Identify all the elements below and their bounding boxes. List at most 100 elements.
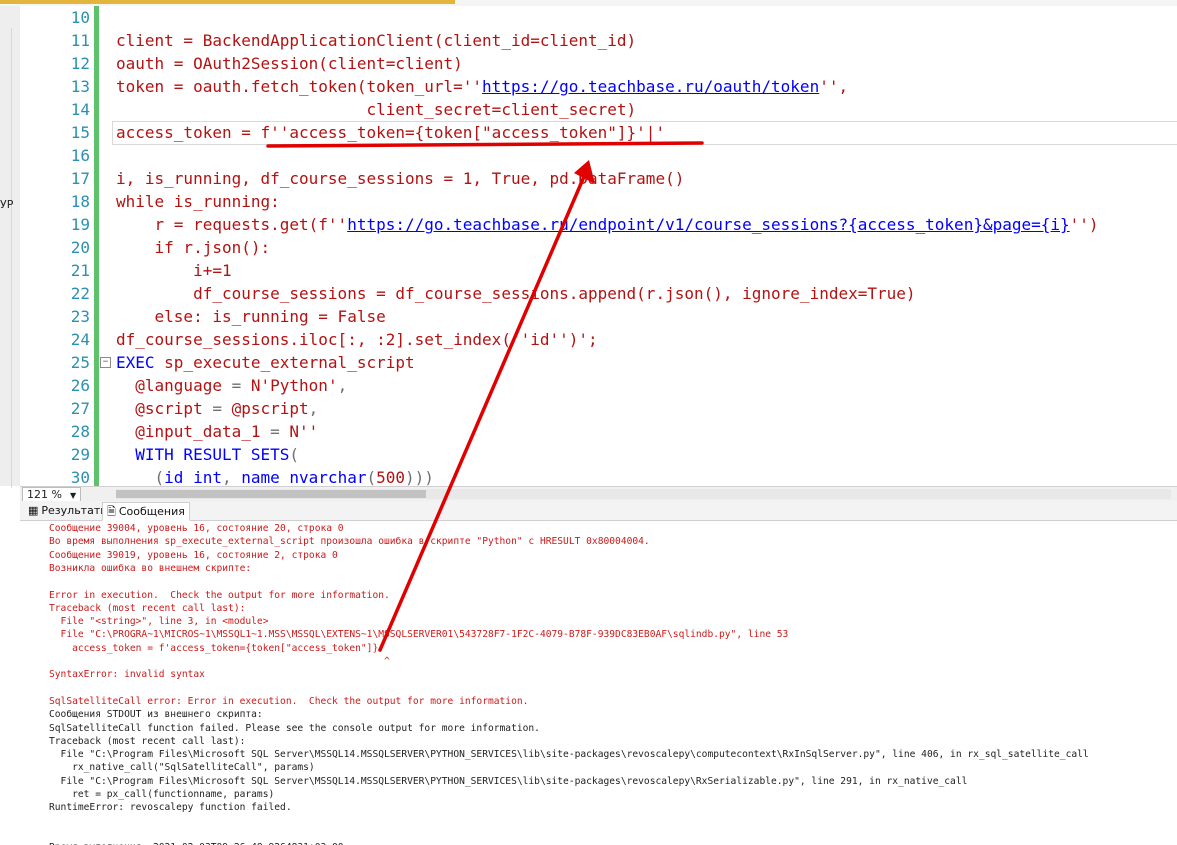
sql-parameter: @language <box>116 376 222 395</box>
message-line: File "<string>", line 3, in <module> <box>49 616 269 628</box>
code-text[interactable]: r = requests.get(f''https://go.teachbase… <box>116 213 1099 236</box>
code-segment: while is_running: <box>116 192 280 211</box>
sql-operator: , <box>337 376 348 395</box>
code-text[interactable]: EXEC sp_execute_external_script <box>116 351 415 374</box>
line-number: 17 <box>70 169 90 188</box>
code-line: 17 i, is_running, df_course_sessions = 1,… <box>20 167 1177 190</box>
code-line: 29 WITH RESULT SETS( <box>20 443 1177 466</box>
code-text[interactable]: token = oauth.fetch_token(token_url=''ht… <box>116 75 848 98</box>
zoom-value: 121 % <box>27 488 62 501</box>
sql-number: 500 <box>376 468 406 486</box>
line-number: 15 <box>70 123 90 142</box>
line-number: 11 <box>70 31 90 50</box>
line-number: 21 <box>70 261 90 280</box>
code-text[interactable]: i, is_running, df_course_sessions = 1, T… <box>116 167 684 190</box>
tab-messages-label: Сообщения <box>118 505 185 518</box>
sql-keyword: WITH RESULT SETS <box>116 445 290 464</box>
code-text[interactable]: df_course_sessions.iloc[:, :2].set_index… <box>116 328 598 351</box>
message-line: ret = px_call(functionname, params) <box>49 789 275 800</box>
code-line: 15 access_token = f''access_token={token[… <box>20 121 1177 144</box>
horizontal-scrollbar[interactable] <box>116 489 1171 499</box>
code-line: 13 token = oauth.fetch_token(token_url=''… <box>20 75 1177 98</box>
line-number: 10 <box>70 8 90 27</box>
code-line: 20 if r.json(): <box>20 236 1177 259</box>
line-number: 24 <box>70 330 90 349</box>
sql-variable: @pscript <box>231 399 309 418</box>
scrollbar-thumb[interactable] <box>116 490 426 498</box>
code-text[interactable]: client = BackendApplicationClient(client… <box>116 29 636 52</box>
code-line: 22 df_course_sessions = df_course_sessio… <box>20 282 1177 305</box>
line-number: 20 <box>70 238 90 257</box>
code-segment: if r.json(): <box>116 238 271 257</box>
line-number: 22 <box>70 284 90 303</box>
code-line: 10 <box>20 6 1177 29</box>
code-text[interactable]: @language = N'Python', <box>116 374 347 397</box>
code-text[interactable]: (id int, name nvarchar(500))) <box>116 466 434 486</box>
code-text[interactable]: access_token = f''access_token={token["a… <box>116 121 665 144</box>
code-segment: sp_execute_external_script <box>154 353 415 372</box>
code-line: 14 client_secret=client_secret) <box>20 98 1177 121</box>
message-line: File "C:\Program Files\Microsoft SQL Ser… <box>49 749 1089 761</box>
code-line: 30 (id int, name nvarchar(500))) <box>20 466 1177 486</box>
code-line: 28 @input_data_1 = N'' <box>20 420 1177 443</box>
message-line: Сообщение 39019, уровень 16, состояние 2… <box>49 549 338 561</box>
message-line: rx_native_call("SqlSatelliteCall", param… <box>49 762 315 774</box>
message-line: Во время выполнения sp_execute_external_… <box>49 536 650 548</box>
message-line: Error in execution. Check the output for… <box>49 589 390 601</box>
code-segment: else: is_running = False <box>116 307 386 326</box>
code-line: 19 r = requests.get(f''https://go.teachb… <box>20 213 1177 236</box>
zoom-dropdown[interactable]: 121 % ▼ <box>22 487 82 502</box>
message-line: SyntaxError: invalid syntax <box>49 669 205 681</box>
messages-pane[interactable]: Сообщение 39004, уровень 16, состояние 2… <box>20 521 1177 845</box>
line-number: 29 <box>70 445 90 464</box>
code-text[interactable]: df_course_sessions = df_course_sessions.… <box>116 282 915 305</box>
code-text[interactable]: i+=1 <box>116 259 232 282</box>
sql-operator: ( <box>116 468 165 486</box>
collapse-toggle-icon[interactable]: − <box>100 357 111 368</box>
code-line: 25 EXEC sp_execute_external_script − <box>20 351 1177 374</box>
line-number: 25 <box>70 353 90 372</box>
message-line: File "C:\PROGRA~1\MICROS~1\MSSQL1~1.MSS\… <box>49 629 789 641</box>
line-number: 27 <box>70 399 90 418</box>
code-text[interactable]: client_secret=client_secret) <box>116 98 636 121</box>
sql-string: N'Python' <box>250 376 338 395</box>
code-segment: oauth = OAuth2Session(client=client) <box>116 54 463 73</box>
code-text[interactable]: else: is_running = False <box>116 305 386 328</box>
sql-operator: ))) <box>405 468 434 486</box>
code-segment: token = oauth.fetch_token(token_url='' <box>116 77 483 96</box>
sql-string: N'' <box>289 422 319 441</box>
pane-splitter[interactable] <box>11 28 12 488</box>
code-text[interactable]: @input_data_1 = N'' <box>116 420 318 443</box>
code-segment: r = requests.get(f'' <box>116 215 348 234</box>
line-number: 26 <box>70 376 90 395</box>
code-line: 16 <box>20 144 1177 167</box>
sql-parameter: @input_data_1 <box>116 422 261 441</box>
sql-parameter: @script <box>116 399 203 418</box>
tab-results[interactable]: ▦ Результаты <box>24 502 113 519</box>
code-text[interactable]: @script = @pscript, <box>116 397 318 420</box>
code-text[interactable]: oauth = OAuth2Session(client=client) <box>116 52 463 75</box>
line-number: 28 <box>70 422 90 441</box>
sql-operator: = <box>221 376 251 395</box>
code-segment: i+=1 <box>116 261 232 280</box>
truncated-tree-label: УР <box>0 198 14 211</box>
line-number: 12 <box>70 54 90 73</box>
editor-status-bar: 121 % ▼ <box>20 486 1177 502</box>
sql-operator: , <box>221 468 242 486</box>
tab-messages[interactable]: 🗎 Сообщения <box>102 502 190 521</box>
code-url-link[interactable]: https://go.teachbase.ru/oauth/token <box>482 77 819 96</box>
line-number: 23 <box>70 307 90 326</box>
code-url-link[interactable]: https://go.teachbase.ru/endpoint/v1/cour… <box>347 215 1069 234</box>
code-text[interactable]: while is_running: <box>116 190 280 213</box>
code-line: 23 else: is_running = False <box>20 305 1177 328</box>
sql-operator: ( <box>289 445 300 464</box>
message-line: Сообщение 39004, уровень 16, состояние 2… <box>49 523 344 534</box>
query-editor[interactable]: 10 11 client = BackendApplicationClient(cl… <box>20 6 1177 486</box>
code-text[interactable]: if r.json(): <box>116 236 271 259</box>
code-line: 21 i+=1 <box>20 259 1177 282</box>
code-line: 12 oauth = OAuth2Session(client=client) <box>20 52 1177 75</box>
line-number: 14 <box>70 100 90 119</box>
code-line: 11 client = BackendApplicationClient(clie… <box>20 29 1177 52</box>
code-segment: '', <box>819 77 849 96</box>
code-text[interactable]: WITH RESULT SETS( <box>116 443 299 466</box>
